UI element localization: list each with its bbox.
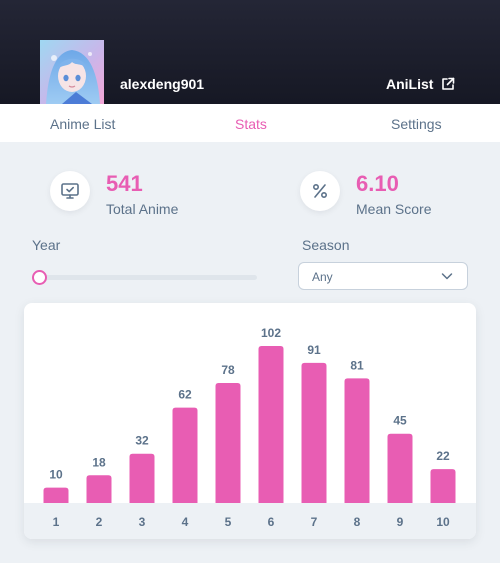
year-slider-thumb[interactable] — [32, 270, 47, 285]
x-tick-label: 4 — [182, 515, 189, 529]
monitor-check-icon — [50, 171, 90, 211]
bar-value-label: 10 — [49, 468, 63, 482]
bar-score-7[interactable] — [301, 362, 327, 503]
x-tick-label: 2 — [96, 515, 103, 529]
season-select[interactable]: Any — [298, 262, 468, 290]
bar-score-6[interactable] — [258, 346, 284, 503]
bar-score-2[interactable] — [86, 475, 112, 503]
profile-header: alexdeng901 AniList — [0, 0, 500, 104]
tab-stats[interactable]: Stats — [235, 104, 267, 142]
bar-value-label: 78 — [221, 363, 235, 377]
tab-settings[interactable]: Settings — [391, 104, 442, 142]
season-select-value: Any — [312, 270, 333, 284]
x-tick-label: 7 — [311, 515, 318, 529]
bar-score-8[interactable] — [344, 378, 370, 503]
score-distribution-chart: 10 1 18 2 32 3 62 4 78 5 102 6 91 7 81 8 45 9 22 10 — [24, 303, 476, 539]
bar-value-label: 45 — [393, 414, 407, 428]
anilist-link-label: AniList — [386, 76, 434, 92]
mean-score-label: Mean Score — [356, 201, 432, 217]
x-tick-label: 5 — [225, 515, 232, 529]
bar-value-label: 81 — [350, 358, 364, 372]
anilist-link[interactable]: AniList — [386, 76, 455, 92]
bar-value-label: 102 — [261, 326, 281, 340]
bar-value-label: 91 — [307, 343, 321, 357]
tab-bar: Anime List Stats Settings — [0, 104, 500, 142]
x-tick-label: 8 — [354, 515, 361, 529]
bar-score-5[interactable] — [215, 382, 241, 503]
bar-score-1[interactable] — [43, 487, 69, 503]
x-tick-label: 10 — [436, 515, 450, 529]
score-chart-svg: 10 1 18 2 32 3 62 4 78 5 102 6 91 7 81 8 45 9 22 10 — [24, 326, 476, 539]
x-tick-label: 9 — [397, 515, 404, 529]
bar-score-10[interactable] — [430, 469, 456, 503]
total-anime-value: 541 — [106, 171, 143, 196]
x-tick-label: 3 — [139, 515, 146, 529]
username: alexdeng901 — [120, 76, 205, 92]
avatar[interactable] — [40, 40, 104, 104]
x-axis-band — [24, 503, 476, 539]
x-tick-label: 6 — [268, 515, 275, 529]
percent-icon — [300, 171, 340, 211]
bar-value-label: 32 — [135, 434, 149, 448]
bar-value-label: 22 — [436, 449, 450, 463]
tab-anime-list[interactable]: Anime List — [50, 104, 115, 142]
anime-character-avatar — [40, 40, 104, 104]
mean-score-value: 6.10 — [356, 171, 399, 196]
external-link-icon — [442, 77, 455, 90]
bar-score-4[interactable] — [172, 407, 198, 503]
year-filter-label: Year — [32, 237, 61, 253]
x-tick-label: 1 — [53, 515, 60, 529]
total-anime-label: Total Anime — [106, 201, 179, 217]
bar-value-label: 62 — [178, 388, 192, 402]
season-filter-label: Season — [302, 237, 350, 253]
year-slider-track[interactable] — [40, 275, 257, 280]
chevron-down-icon — [441, 273, 453, 280]
bar-score-9[interactable] — [387, 433, 413, 503]
bar-value-label: 18 — [92, 455, 106, 469]
bar-score-3[interactable] — [129, 453, 155, 503]
